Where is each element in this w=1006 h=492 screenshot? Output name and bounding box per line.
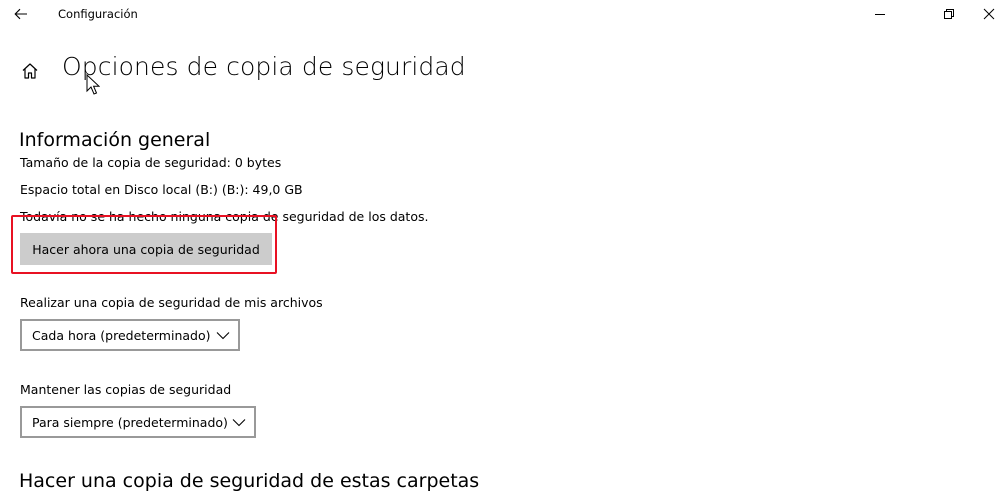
- close-button[interactable]: [972, 0, 1006, 28]
- backup-now-button[interactable]: Hacer ahora una copia de seguridad: [20, 233, 272, 265]
- home-icon: [22, 63, 38, 79]
- general-heading: Información general: [19, 129, 211, 151]
- retention-dropdown[interactable]: Para siempre (predeterminado): [20, 406, 256, 438]
- maximize-button[interactable]: [926, 0, 972, 28]
- close-icon: [983, 8, 995, 20]
- frequency-dropdown[interactable]: Cada hora (predeterminado): [20, 319, 240, 351]
- retention-selected-value: Para siempre (predeterminado): [32, 414, 228, 430]
- folders-heading: Hacer una copia de seguridad de estas ca…: [19, 470, 480, 492]
- back-arrow-icon: [14, 8, 27, 20]
- restore-icon: [944, 9, 954, 19]
- frequency-label: Realizar una copia de seguridad de mis a…: [20, 295, 323, 310]
- title-bar: Configuración: [0, 0, 1006, 30]
- chevron-down-icon: [216, 332, 230, 340]
- mouse-cursor-icon: [86, 74, 100, 95]
- home-button[interactable]: [18, 59, 42, 83]
- minimize-icon: [875, 14, 885, 15]
- retention-label: Mantener las copias de seguridad: [20, 382, 232, 397]
- total-space-text: Espacio total en Disco local (B:) (B:): …: [20, 182, 303, 197]
- minimize-button[interactable]: [857, 0, 903, 28]
- chevron-down-icon: [232, 419, 246, 427]
- app-title: Configuración: [58, 7, 138, 21]
- frequency-selected-value: Cada hora (predeterminado): [32, 327, 211, 343]
- back-button[interactable]: [6, 2, 36, 26]
- page-title: Opciones de copia de seguridad: [62, 52, 466, 81]
- backup-size-text: Tamaño de la copia de seguridad: 0 bytes: [20, 155, 282, 170]
